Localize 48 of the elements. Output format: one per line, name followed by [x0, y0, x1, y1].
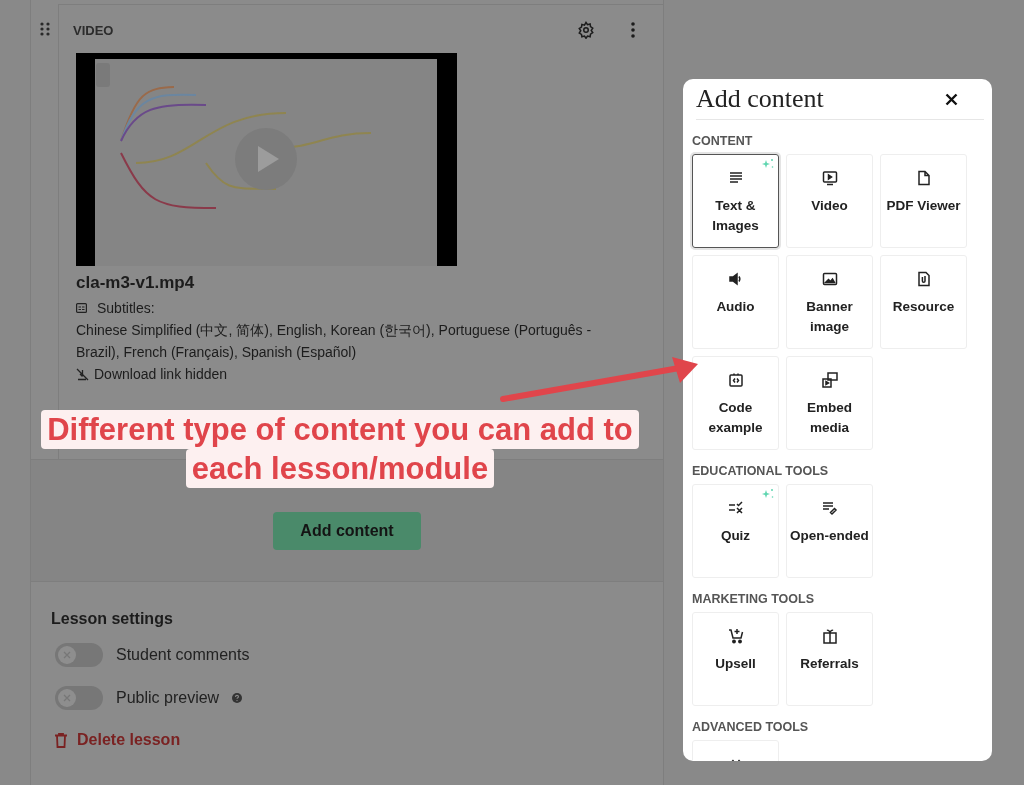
drag-handle-icon[interactable]	[40, 22, 50, 36]
play-icon	[256, 145, 280, 173]
lines-icon	[727, 170, 744, 186]
block-label: VIDEO	[73, 22, 114, 38]
section-title: Lesson settings	[51, 610, 174, 628]
content-type-tile[interactable]: Upsell	[692, 612, 779, 706]
download-note: Download link hidden	[94, 366, 228, 382]
help-icon[interactable]	[232, 693, 243, 703]
captions-icon	[76, 303, 87, 313]
close-icon[interactable]	[945, 92, 958, 106]
cart-plus-icon	[727, 628, 744, 644]
content-type-tile[interactable]: Open-ended	[786, 484, 873, 578]
subtitles-list: Chinese Simplified (中文, 简体), English, Korean (한국어), Portuguese (Português - Brazil), French (Français), Spanish (Español)	[76, 319, 636, 363]
monitor-play-icon	[821, 170, 838, 186]
file-name: cla-m3-v1.mp4	[76, 273, 196, 293]
section-heading: ADVANCED TOOLS	[692, 720, 810, 734]
content-type-tile[interactable]: Text & Images	[692, 154, 779, 248]
content-type-tile[interactable]: Referrals	[786, 612, 873, 706]
subtitles-label: Subtitles:	[97, 300, 155, 316]
checklist-icon	[727, 500, 744, 516]
content-type-tile[interactable]: Embed media	[786, 356, 873, 450]
content-type-tile[interactable]: Video	[786, 154, 873, 248]
section-heading: MARKETING TOOLS	[692, 592, 815, 606]
content-type-tile[interactable]: Quiz	[692, 484, 779, 578]
content-type-tile[interactable]: Code example	[692, 356, 779, 450]
pencil-lines-icon	[821, 500, 838, 516]
document-icon	[915, 170, 932, 186]
embed-icon	[821, 372, 838, 388]
gift-icon	[821, 628, 838, 644]
section-heading: EDUCATIONAL TOOLS	[692, 464, 830, 478]
content-type-tile[interactable]: PDF Viewer	[880, 154, 967, 248]
add-content-button[interactable]: Add content	[273, 512, 421, 550]
annotation-text: each lesson/module	[185, 449, 495, 488]
paperclip-icon	[915, 271, 932, 287]
trash-icon	[55, 732, 67, 748]
image-icon	[821, 271, 838, 287]
content-type-tile[interactable]: Audio	[692, 255, 779, 349]
download-off-icon	[76, 367, 89, 381]
code-box-icon	[727, 372, 744, 388]
settings-icon[interactable]	[577, 21, 595, 39]
section-heading: CONTENT	[692, 134, 754, 148]
dialog-title: Add content	[696, 84, 824, 114]
content-type-tile[interactable]: Banner image	[786, 255, 873, 349]
more-icon[interactable]	[631, 22, 635, 38]
toggle-label: Public preview	[116, 689, 220, 707]
toggle-label: Student comments	[116, 646, 250, 664]
annotation-text: Different type of content you can add to	[41, 410, 639, 449]
content-type-tile[interactable]: Resource	[880, 255, 967, 349]
